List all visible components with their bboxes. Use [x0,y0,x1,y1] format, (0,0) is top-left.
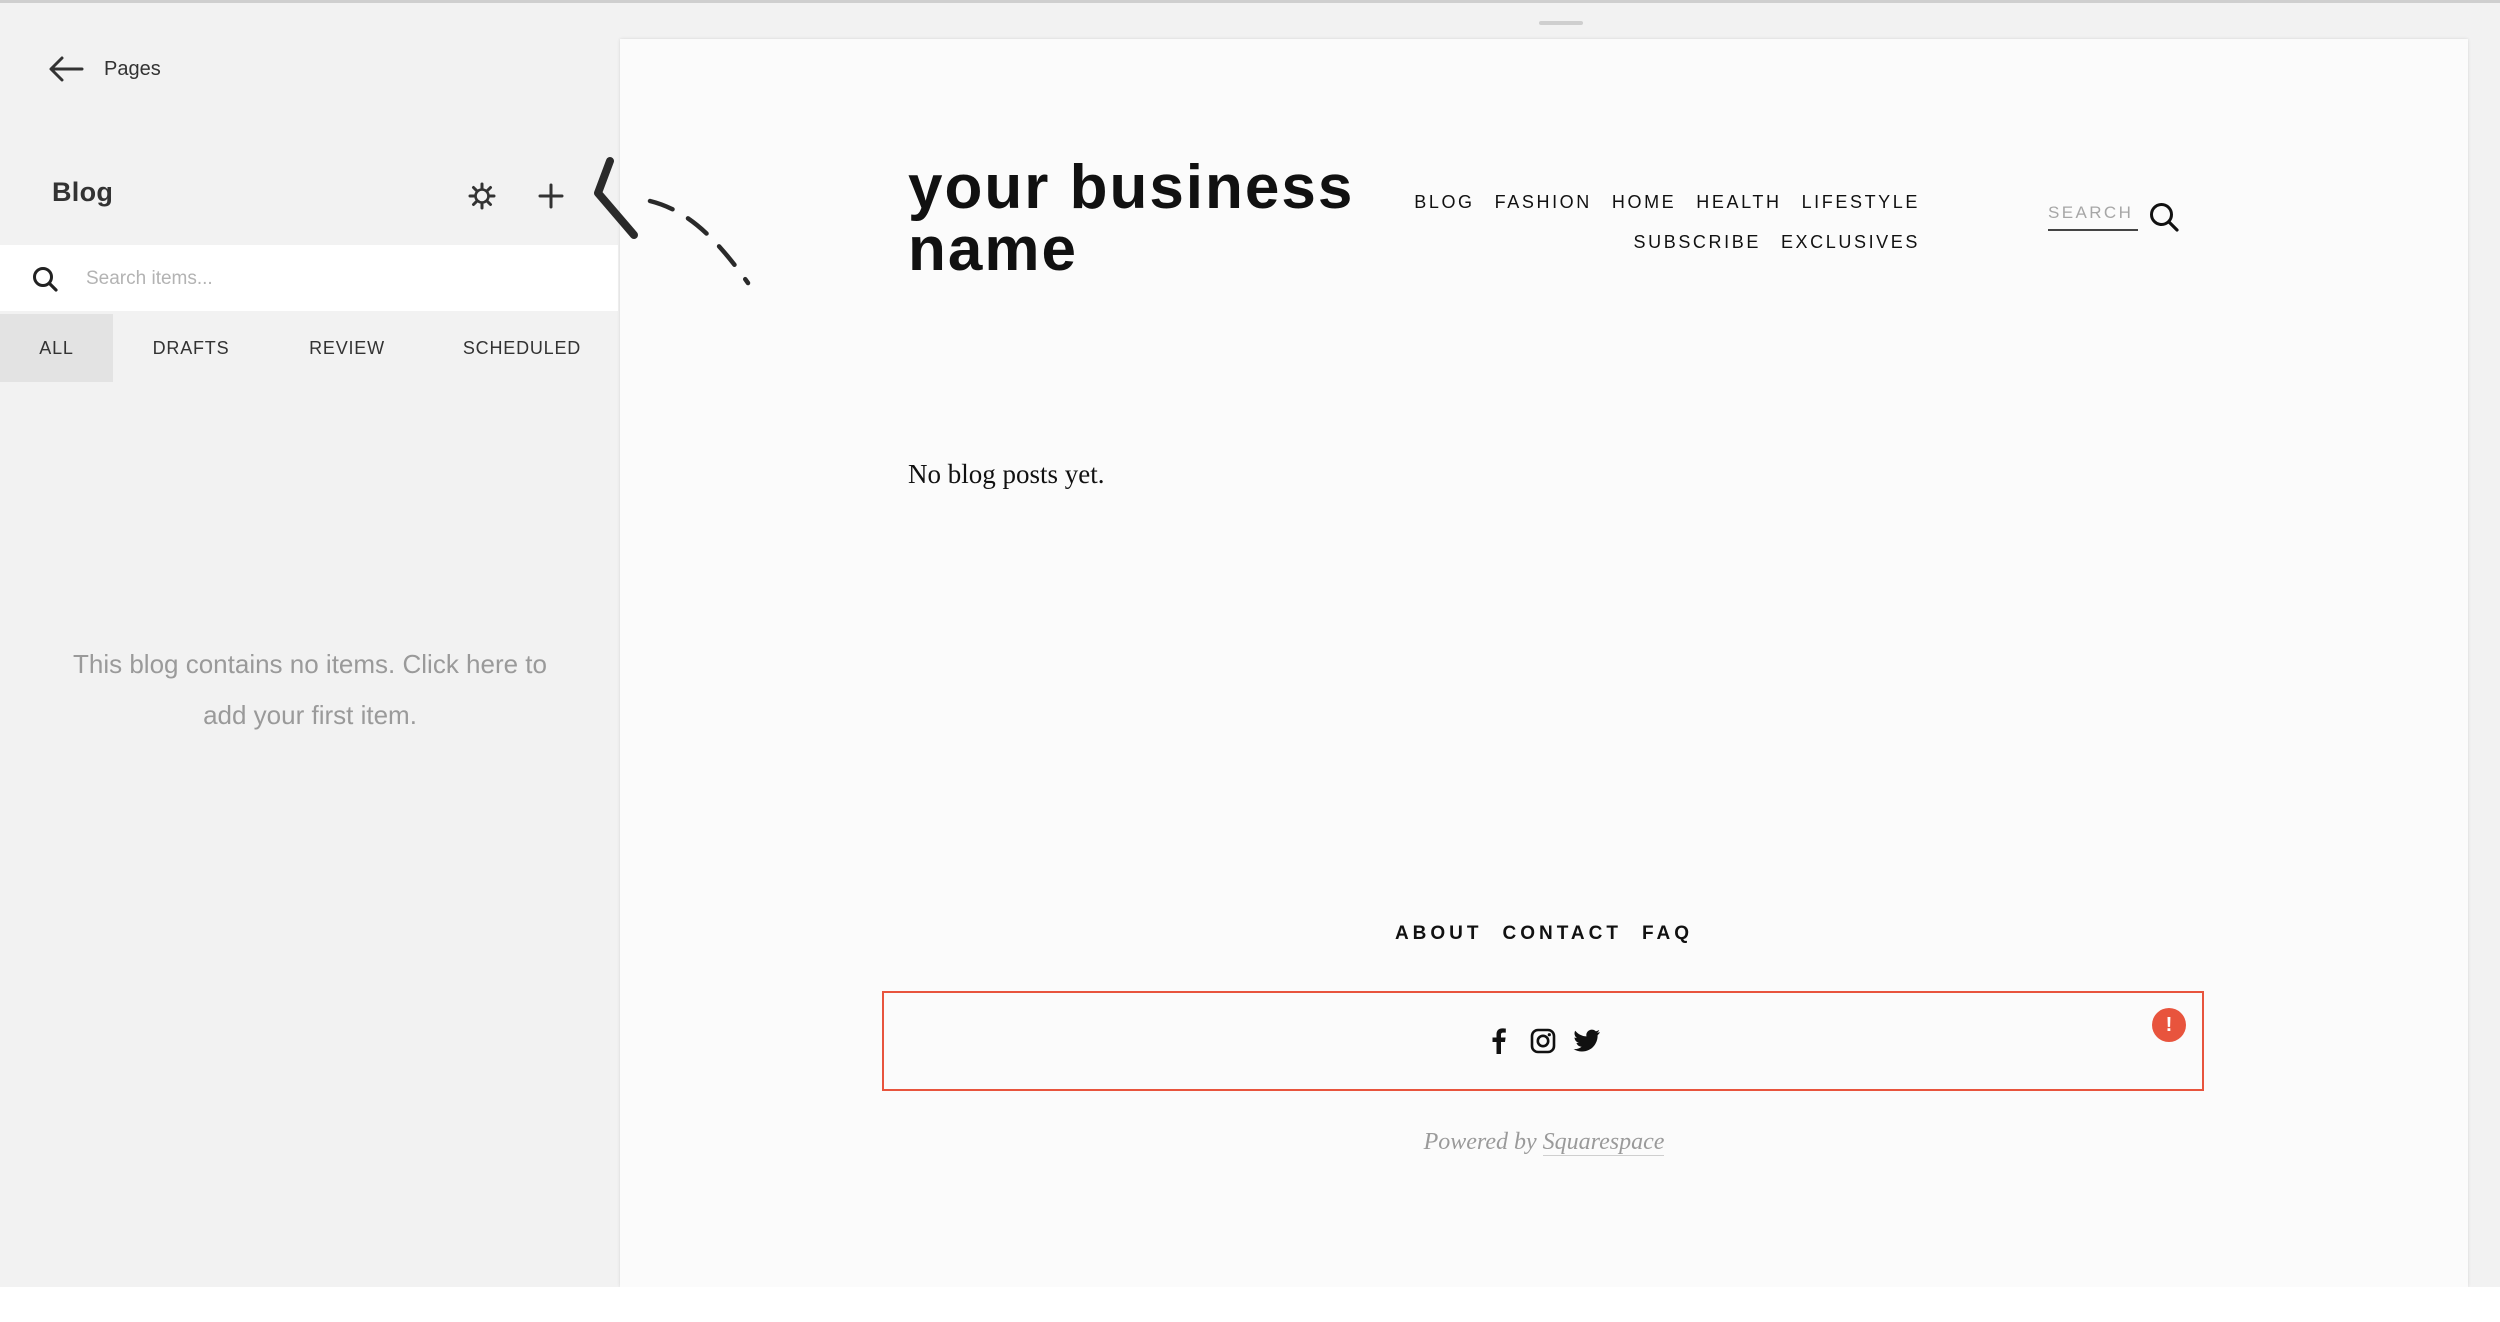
tab-all[interactable]: ALL [0,314,113,382]
nav-link-exclusives[interactable]: EXCLUSIVES [1781,229,1920,255]
empty-blog-message[interactable]: This blog contains no items. Click here … [60,639,560,741]
add-item-button[interactable] [531,178,571,218]
resize-grip[interactable] [1539,21,1583,25]
site-search[interactable] [2048,199,2179,232]
annotation-arrow [594,157,751,286]
blog-settings-button[interactable] [462,178,502,218]
twitter-icon[interactable] [1572,1026,1602,1056]
tab-scheduled[interactable]: SCHEDULED [440,314,604,382]
site-preview: your business name BLOG FASHION HOME HEALTH… [620,39,2468,1287]
search-icon [31,265,59,293]
search-items-input[interactable] [84,259,588,299]
nav-link-home[interactable]: HOME [1612,189,1676,215]
nav-row-primary: BLOG FASHION HOME HEALTH LIFESTYLE [1414,189,1920,215]
search-icon[interactable] [2148,201,2180,233]
arrow-left-icon [48,55,84,83]
window-bottom-strip [0,1287,2500,1322]
site-search-input[interactable] [2048,199,2138,231]
footer-link-faq[interactable]: FAQ [1642,923,1693,945]
nav-link-lifestyle[interactable]: LIFESTYLE [1802,189,1920,215]
tab-drafts[interactable]: DRAFTS [118,314,264,382]
site-navigation: BLOG FASHION HOME HEALTH LIFESTYLE SUBSCRIBE… [1414,189,1920,269]
no-posts-message: No blog posts yet. [908,459,1105,489]
footer-link-contact[interactable]: CONTACT [1503,923,1622,945]
plus-icon [537,182,565,215]
panel-title: Blog [52,177,114,207]
social-icons-row [884,993,2202,1089]
tab-review[interactable]: REVIEW [272,314,422,382]
site-logo-text[interactable]: your business name [908,157,1428,281]
back-link-label: Pages [104,57,161,80]
footer-navigation: ABOUT CONTACT FAQ [620,923,2468,945]
nav-link-fashion[interactable]: FASHION [1495,189,1592,215]
powered-by-footer: Powered by Squarespace [620,1129,2468,1156]
nav-link-blog[interactable]: BLOG [1414,189,1474,215]
powered-by-prefix: Powered by [1423,1129,1537,1155]
item-search-bar [0,245,618,311]
social-links-block[interactable]: ! [882,991,2204,1091]
back-to-pages-link[interactable]: Pages [48,55,161,83]
gear-icon [467,181,497,216]
squarespace-link[interactable]: Squarespace [1542,1129,1665,1156]
nav-link-health[interactable]: HEALTH [1696,189,1781,215]
editor-app: Pages Blog ALL DRAFTS R [0,3,2500,1287]
facebook-icon[interactable] [1484,1026,1514,1056]
nav-link-subscribe[interactable]: SUBSCRIBE [1634,229,1761,255]
filter-tabs: ALL DRAFTS REVIEW SCHEDULED [0,314,618,382]
instagram-icon[interactable] [1528,1026,1558,1056]
footer-link-about[interactable]: ABOUT [1395,923,1483,945]
alert-badge[interactable]: ! [2152,1008,2186,1042]
nav-row-secondary: SUBSCRIBE EXCLUSIVES [1520,229,1920,255]
